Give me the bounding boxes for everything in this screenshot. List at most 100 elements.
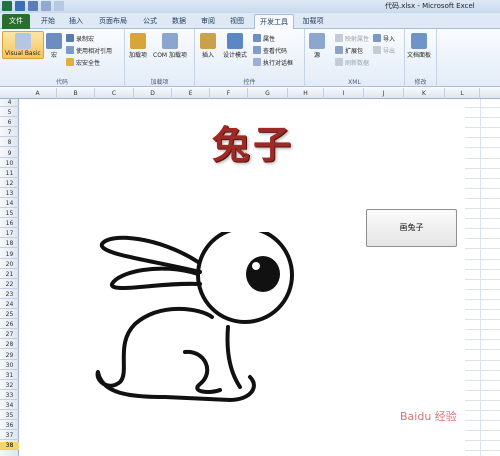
tab-page-layout[interactable]: 页面布局 bbox=[93, 14, 133, 29]
rabbit-ear-front bbox=[112, 269, 200, 288]
import-button[interactable]: 导入 bbox=[373, 33, 395, 43]
row-header-30[interactable]: 30 bbox=[0, 362, 19, 370]
relative-ref-button[interactable]: 使用相对引用 bbox=[66, 45, 112, 55]
expansion-packs-icon bbox=[335, 46, 343, 54]
row-header-5[interactable]: 5 bbox=[0, 109, 19, 117]
row-header-18[interactable]: 18 bbox=[0, 240, 19, 248]
group-addins: 加载项 COM 加载项 加载项 bbox=[125, 29, 195, 87]
row-header-15[interactable]: 15 bbox=[0, 210, 19, 218]
column-header-d[interactable]: D bbox=[134, 88, 172, 99]
row-header-14[interactable]: 14 bbox=[0, 200, 19, 208]
macro-label: 宏 bbox=[51, 50, 57, 59]
column-header-a[interactable]: A bbox=[19, 88, 57, 99]
row-header-9[interactable]: 9 bbox=[0, 150, 19, 158]
row-header-37[interactable]: 37 bbox=[0, 432, 19, 440]
tab-view[interactable]: 视图 bbox=[225, 14, 249, 29]
document-panel-button[interactable]: 文档面板 bbox=[407, 33, 431, 59]
undo-icon[interactable] bbox=[28, 1, 38, 11]
view-code-icon bbox=[253, 46, 261, 54]
tab-home[interactable]: 开始 bbox=[35, 14, 61, 29]
group-controls: 插入 设计模式 属性 查看代码 执行对话框 控件 bbox=[195, 29, 305, 87]
row-header-35[interactable]: 35 bbox=[0, 412, 19, 420]
tab-developer[interactable]: 开发工具 bbox=[254, 14, 294, 29]
row-header-20[interactable]: 20 bbox=[0, 261, 19, 269]
document-panel-icon bbox=[411, 33, 427, 49]
row-header-31[interactable]: 31 bbox=[0, 372, 19, 380]
row-header-11[interactable]: 11 bbox=[0, 170, 19, 178]
row-header-4[interactable]: 4 bbox=[0, 99, 19, 107]
row-header-26[interactable]: 26 bbox=[0, 321, 19, 329]
refresh-data-button[interactable]: 刷新数据 bbox=[335, 57, 369, 67]
tab-insert[interactable]: 插入 bbox=[63, 14, 89, 29]
view-code-button[interactable]: 查看代码 bbox=[253, 45, 287, 55]
row-header-17[interactable]: 17 bbox=[0, 230, 19, 238]
draw-rabbit-button[interactable]: 画兔子 bbox=[366, 209, 457, 247]
save-icon[interactable] bbox=[15, 1, 25, 11]
row-header-19[interactable]: 19 bbox=[0, 251, 19, 259]
row-header-28[interactable]: 28 bbox=[0, 341, 19, 349]
column-header-e[interactable]: E bbox=[172, 88, 210, 99]
row-header-6[interactable]: 6 bbox=[0, 119, 19, 127]
row-header-12[interactable]: 12 bbox=[0, 180, 19, 188]
insert-control-button[interactable]: 插入 bbox=[200, 33, 216, 59]
row-header-22[interactable]: 22 bbox=[0, 281, 19, 289]
xml-source-button[interactable]: 源 bbox=[309, 33, 325, 59]
row-header-32[interactable]: 32 bbox=[0, 382, 19, 390]
row-header-23[interactable]: 23 bbox=[0, 291, 19, 299]
rabbit-ear-back bbox=[102, 238, 200, 272]
row-header-10[interactable]: 10 bbox=[0, 160, 19, 168]
macro-button[interactable]: 宏 bbox=[46, 33, 62, 59]
properties-button[interactable]: 属性 bbox=[253, 33, 275, 43]
run-dialog-icon bbox=[253, 58, 261, 66]
column-header-b[interactable]: B bbox=[57, 88, 95, 99]
row-header-36[interactable]: 36 bbox=[0, 422, 19, 430]
customize-qat-icon[interactable] bbox=[54, 1, 64, 11]
map-properties-button[interactable]: 映射属性 bbox=[335, 33, 369, 43]
relative-ref-icon bbox=[66, 46, 74, 54]
export-icon bbox=[373, 46, 381, 54]
row-header-16[interactable]: 16 bbox=[0, 220, 19, 228]
macro-security-button[interactable]: 宏安全性 bbox=[66, 57, 100, 67]
column-header-i[interactable]: I bbox=[324, 88, 364, 99]
column-header-k[interactable]: K bbox=[404, 88, 445, 99]
row-header-8[interactable]: 8 bbox=[0, 139, 19, 147]
addins-label: 加载项 bbox=[129, 50, 147, 59]
row-header-21[interactable]: 21 bbox=[0, 271, 19, 279]
tab-review[interactable]: 审阅 bbox=[196, 14, 220, 29]
com-addins-label: COM 加载项 bbox=[153, 50, 187, 59]
com-addins-button[interactable]: COM 加载项 bbox=[153, 33, 187, 59]
row-header-13[interactable]: 13 bbox=[0, 190, 19, 198]
visual-basic-button[interactable]: Visual Basic bbox=[2, 31, 44, 59]
export-label: 导出 bbox=[383, 46, 395, 55]
column-header-j[interactable]: J bbox=[364, 88, 404, 99]
tab-addins[interactable]: 加载项 bbox=[298, 14, 328, 29]
column-header-l[interactable]: L bbox=[445, 88, 480, 99]
redo-icon[interactable] bbox=[41, 1, 51, 11]
export-button[interactable]: 导出 bbox=[373, 45, 395, 55]
row-header-24[interactable]: 24 bbox=[0, 301, 19, 309]
row-header-34[interactable]: 34 bbox=[0, 402, 19, 410]
record-macro-button[interactable]: 录制宏 bbox=[66, 33, 94, 43]
expansion-packs-button[interactable]: 扩展包 bbox=[335, 45, 363, 55]
import-label: 导入 bbox=[383, 34, 395, 43]
row-header-7[interactable]: 7 bbox=[0, 129, 19, 137]
row-header-33[interactable]: 33 bbox=[0, 392, 19, 400]
row-header-25[interactable]: 25 bbox=[0, 311, 19, 319]
design-mode-button[interactable]: 设计模式 bbox=[223, 33, 247, 59]
column-header-c[interactable]: C bbox=[95, 88, 134, 99]
rabbit-eye bbox=[246, 256, 280, 292]
row-header-38[interactable]: 38 bbox=[0, 442, 19, 450]
column-header-h[interactable]: H bbox=[288, 88, 324, 99]
addins-button[interactable]: 加载项 bbox=[129, 33, 147, 59]
map-properties-label: 映射属性 bbox=[345, 34, 369, 43]
column-header-f[interactable]: F bbox=[210, 88, 248, 99]
tab-formulas[interactable]: 公式 bbox=[138, 14, 162, 29]
run-dialog-button[interactable]: 执行对话框 bbox=[253, 57, 293, 67]
column-header-g[interactable]: G bbox=[248, 88, 288, 99]
tab-data[interactable]: 数据 bbox=[167, 14, 191, 29]
row-header-29[interactable]: 29 bbox=[0, 352, 19, 360]
row-header-27[interactable]: 27 bbox=[0, 331, 19, 339]
tab-file[interactable]: 文件 bbox=[2, 14, 30, 29]
rabbit-front-leg bbox=[228, 327, 241, 387]
visual-basic-label: Visual Basic bbox=[5, 50, 41, 57]
